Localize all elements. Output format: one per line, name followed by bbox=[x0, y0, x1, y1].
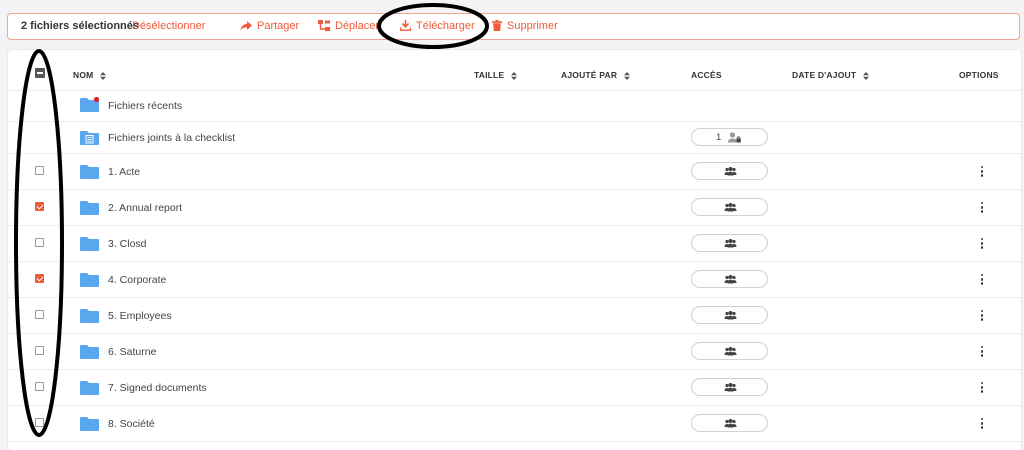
access-pill[interactable] bbox=[691, 342, 768, 360]
row-checkbox[interactable] bbox=[35, 382, 44, 391]
download-icon bbox=[399, 20, 412, 31]
more-options-icon[interactable] bbox=[981, 310, 985, 323]
group-icon bbox=[724, 383, 737, 392]
folder-icon bbox=[80, 381, 99, 395]
move-label: Déplacer bbox=[335, 20, 380, 32]
table-row[interactable]: 6. Saturne bbox=[8, 334, 1021, 370]
table-row[interactable]: 1. Acte bbox=[8, 154, 1021, 190]
sort-icon bbox=[862, 71, 869, 80]
access-pill[interactable] bbox=[691, 198, 768, 216]
sort-icon bbox=[510, 71, 517, 80]
row-checkbox[interactable] bbox=[35, 310, 44, 319]
folder-icon bbox=[80, 345, 99, 359]
download-button[interactable]: Télécharger bbox=[399, 14, 475, 39]
table-row[interactable]: 7. Signed documents bbox=[8, 370, 1021, 406]
more-options-icon[interactable] bbox=[981, 418, 985, 431]
folder-icon bbox=[80, 237, 99, 251]
row-checkbox[interactable] bbox=[35, 346, 44, 355]
folder-name: 4. Corporate bbox=[108, 274, 167, 286]
folder-icon bbox=[80, 273, 99, 287]
share-button[interactable]: Partager bbox=[240, 14, 299, 39]
more-options-icon[interactable] bbox=[981, 346, 985, 359]
folder-name: 7. Signed documents bbox=[108, 382, 207, 394]
column-added-by-label: AJOUTÉ PAR bbox=[561, 70, 618, 80]
row-checkbox[interactable] bbox=[35, 274, 44, 283]
table-row[interactable]: 5. Employees bbox=[8, 298, 1021, 334]
checklist-folder-icon bbox=[80, 131, 99, 145]
group-icon bbox=[724, 167, 737, 176]
group-icon bbox=[724, 347, 737, 356]
row-checkbox[interactable] bbox=[35, 202, 44, 211]
access-pill[interactable] bbox=[691, 162, 768, 180]
group-icon bbox=[724, 419, 737, 428]
folder-name: 1. Acte bbox=[108, 166, 141, 178]
folder-name: 6. Saturne bbox=[108, 346, 157, 358]
group-icon bbox=[724, 311, 737, 320]
table-header: NOM TAILLE AJOUTÉ PAR ACCÈS DATE D'AJOUT… bbox=[8, 50, 1021, 91]
column-access: ACCÈS bbox=[691, 70, 722, 80]
more-options-icon[interactable] bbox=[981, 202, 985, 215]
more-options-icon[interactable] bbox=[981, 238, 985, 251]
files-table: NOM TAILLE AJOUTÉ PAR ACCÈS DATE D'AJOUT… bbox=[8, 50, 1021, 450]
folder-icon bbox=[80, 201, 99, 215]
share-label: Partager bbox=[257, 20, 300, 32]
more-options-icon[interactable] bbox=[981, 166, 985, 179]
more-options-icon[interactable] bbox=[981, 382, 985, 395]
folder-icon bbox=[80, 97, 100, 112]
move-button[interactable]: Déplacer bbox=[318, 14, 379, 39]
sort-icon bbox=[623, 71, 630, 80]
folder-name: 8. Société bbox=[108, 418, 155, 430]
notification-dot bbox=[93, 97, 100, 103]
selection-count: 2 fichiers sélectionnés bbox=[21, 20, 139, 32]
download-label: Télécharger bbox=[416, 20, 475, 32]
column-options: OPTIONS bbox=[959, 70, 999, 80]
row-checkbox[interactable] bbox=[35, 238, 44, 247]
column-size[interactable]: TAILLE bbox=[474, 50, 517, 90]
folder-name: Fichiers joints à la checklist bbox=[108, 132, 236, 144]
move-icon bbox=[318, 20, 330, 31]
table-row[interactable]: 8. Société bbox=[8, 406, 1021, 442]
user-lock-icon bbox=[728, 132, 741, 143]
table-row[interactable]: 4. Corporate bbox=[8, 262, 1021, 298]
group-icon bbox=[724, 239, 737, 248]
row-checkbox[interactable] bbox=[35, 418, 44, 427]
sort-icon bbox=[100, 71, 106, 80]
group-icon bbox=[724, 275, 737, 284]
checklist-attachments-row[interactable]: Fichiers joints à la checklist 1 bbox=[8, 122, 1021, 154]
folder-icon bbox=[80, 417, 99, 431]
access-pill[interactable] bbox=[691, 306, 768, 324]
access-pill[interactable] bbox=[691, 414, 768, 432]
unselect-button[interactable]: Désélectionner bbox=[132, 14, 205, 39]
table-row[interactable]: 2. Annual report bbox=[8, 190, 1021, 226]
selection-toolbar: 2 fichiers sélectionnés Désélectionner P… bbox=[7, 13, 1020, 40]
column-date-added[interactable]: DATE D'AJOUT bbox=[792, 50, 869, 90]
more-options-icon[interactable] bbox=[981, 274, 985, 287]
delete-label: Supprimer bbox=[507, 20, 558, 32]
access-pill[interactable] bbox=[691, 234, 768, 252]
select-all-checkbox[interactable] bbox=[35, 68, 45, 78]
column-size-label: TAILLE bbox=[474, 70, 505, 80]
group-icon bbox=[724, 203, 737, 212]
trash-icon bbox=[492, 20, 502, 31]
folder-icon bbox=[80, 309, 99, 323]
folder-name: Fichiers récents bbox=[108, 100, 183, 112]
access-pill[interactable] bbox=[691, 270, 768, 288]
share-icon bbox=[240, 21, 252, 31]
folder-icon bbox=[80, 165, 99, 179]
column-name-label: NOM bbox=[73, 70, 94, 80]
folder-name: 3. Closd bbox=[108, 238, 147, 250]
row-checkbox[interactable] bbox=[35, 166, 44, 175]
recent-files-row[interactable]: Fichiers récents bbox=[8, 91, 1021, 122]
access-pill[interactable]: 1 bbox=[691, 128, 768, 146]
column-added-by[interactable]: AJOUTÉ PAR bbox=[561, 50, 630, 90]
access-count: 1 bbox=[716, 132, 722, 143]
folder-name: 5. Employees bbox=[108, 310, 172, 322]
delete-button[interactable]: Supprimer bbox=[492, 14, 558, 39]
column-date-added-label: DATE D'AJOUT bbox=[792, 70, 857, 80]
access-pill[interactable] bbox=[691, 378, 768, 396]
column-name[interactable]: NOM bbox=[73, 50, 106, 90]
table-row[interactable]: 3. Closd bbox=[8, 226, 1021, 262]
folder-name: 2. Annual report bbox=[108, 202, 183, 214]
